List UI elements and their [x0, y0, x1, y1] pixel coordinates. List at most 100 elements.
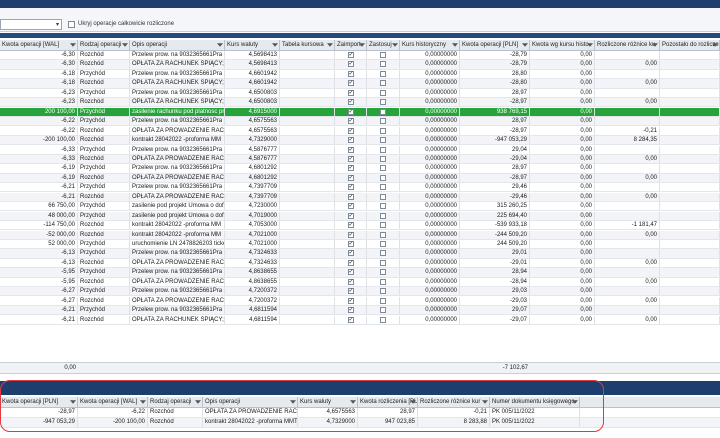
table-row[interactable]: -6,19 Przychód Przelew prow. na 9032365661…	[0, 164, 720, 174]
zaimport-checkbox[interactable]	[347, 174, 354, 182]
zaimport-checkbox[interactable]	[347, 306, 354, 314]
zaimport-checkbox[interactable]	[347, 231, 354, 239]
table-row[interactable]: -5,95 Rozchód OPŁATA ZA PROWADZENIE RACHI 4…	[0, 277, 720, 287]
column-header-rodzaj[interactable]: Rodzaj operacji	[78, 40, 130, 50]
table-row[interactable]: 52 000,00 Przychód uruchomienie LN 2478826…	[0, 240, 720, 250]
zaimport-checkbox[interactable]	[347, 60, 354, 69]
zaimport-checkbox[interactable]	[347, 287, 354, 295]
table-row[interactable]: -6,23 Przychód Przelew prow. na 9032365661…	[0, 88, 720, 98]
zaimport-checkbox[interactable]	[347, 183, 354, 191]
zastosuj-checkbox[interactable]	[380, 288, 386, 295]
zastosuj-checkbox[interactable]	[380, 146, 386, 153]
column-header-zastosuj[interactable]: Zastosuj	[367, 40, 400, 50]
zaimport-checkbox[interactable]	[347, 127, 354, 135]
table-row[interactable]: -6,18 Przychód Przelew prow. na 9032365661…	[0, 69, 720, 80]
settlement-detail-grid[interactable]: Kwota operacji [PLN] Kwota operacji [WAL]…	[0, 397, 720, 438]
table-row[interactable]: -6,21 Rozchód OPŁATA ZA PROWADZENIE RACHI 4…	[0, 192, 720, 202]
zastosuj-checkbox[interactable]	[380, 203, 386, 210]
detail-header-kurs[interactable]: Kurs waluty	[298, 397, 358, 407]
zastosuj-checkbox[interactable]	[380, 127, 386, 134]
zaimport-checkbox[interactable]	[347, 240, 354, 248]
zaimport-checkbox[interactable]	[347, 221, 354, 229]
zastosuj-checkbox[interactable]	[380, 61, 386, 68]
table-row[interactable]: -6,27 Rozchód OPŁATA ZA PROWADZENIE RACHI 4…	[0, 296, 720, 306]
detail-header-rodzaj[interactable]: Rodzaj operacji	[148, 397, 203, 407]
zastosuj-checkbox[interactable]	[380, 89, 386, 96]
zastosuj-checkbox[interactable]	[380, 250, 386, 257]
zaimport-checkbox[interactable]	[347, 278, 354, 286]
table-row[interactable]: -6,21 Przychód Przelew prow. na 9032365661…	[0, 306, 720, 316]
column-header-zaimport[interactable]: Zaimport	[335, 40, 367, 50]
zaimport-checkbox[interactable]	[347, 70, 354, 78]
zaimport-checkbox[interactable]	[347, 297, 354, 305]
table-row[interactable]: -6,21 Przychód Przelew prow. na 9032365661…	[0, 183, 720, 193]
zaimport-checkbox[interactable]	[347, 164, 354, 173]
column-header-pozostalo[interactable]: Pozostało do rozlicze	[660, 40, 720, 50]
zastosuj-checkbox[interactable]	[380, 137, 386, 144]
zastosuj-checkbox[interactable]	[380, 212, 386, 219]
filter-dropdown-icon[interactable]	[392, 43, 398, 47]
zaimport-checkbox[interactable]	[347, 117, 354, 125]
zastosuj-checkbox[interactable]	[380, 307, 386, 314]
table-row[interactable]: -200 100,00 Rozchód kontrakt 28042022 -pro…	[0, 136, 720, 146]
zastosuj-checkbox[interactable]	[380, 269, 386, 276]
filter-dropdown-icon[interactable]	[70, 400, 76, 404]
zaimport-checkbox[interactable]	[347, 136, 354, 144]
zastosuj-checkbox[interactable]	[380, 52, 386, 58]
detail-header-opis[interactable]: Opis operacji	[203, 397, 298, 407]
zastosuj-checkbox[interactable]	[380, 118, 386, 125]
zaimport-checkbox[interactable]	[347, 98, 354, 106]
table-row[interactable]: -6,33 Przychód Przelew prow. na 9032365661…	[0, 145, 720, 155]
column-header-kurs-hist[interactable]: Kurs historyczny	[400, 40, 460, 50]
operations-grid[interactable]: Kwota operacji [WAL] Rodzaj operacji Opis …	[0, 40, 720, 360]
zaimport-checkbox[interactable]	[347, 51, 354, 59]
chevron-down-icon[interactable]: ▾	[56, 21, 59, 28]
zastosuj-checkbox[interactable]	[380, 108, 386, 115]
column-header-roznice[interactable]: Rozliczone różnice ku	[595, 40, 660, 50]
filter-dropdown-icon[interactable]	[70, 43, 76, 47]
zastosuj-checkbox[interactable]	[380, 155, 386, 162]
hide-settled-checkbox[interactable]	[68, 21, 75, 28]
table-row[interactable]: -6,33 Rozchód OPŁATA ZA PROWADZENIE RACHI 4…	[0, 154, 720, 165]
detail-header-kwota-pln[interactable]: Kwota operacji [PLN]	[0, 397, 78, 407]
table-row[interactable]: -114 750,00 Rozchód kontrakt 28042022 -pro…	[0, 221, 720, 231]
column-header-wg-kursu[interactable]: Kwota wg kursu histo	[530, 40, 595, 50]
filter-dropdown-icon[interactable]	[452, 43, 458, 47]
zastosuj-checkbox[interactable]	[380, 231, 386, 238]
column-header-kurs[interactable]: Kurs waluty	[225, 40, 280, 50]
table-row[interactable]: -5,95 Przychód Przelew prow. na 9032365661…	[0, 268, 720, 278]
zastosuj-checkbox[interactable]	[380, 80, 386, 87]
table-row[interactable]: 66 750,00 Przychód zasilenie pod projekt U…	[0, 202, 720, 212]
zaimport-checkbox[interactable]	[347, 155, 354, 163]
zaimport-checkbox[interactable]	[347, 79, 354, 88]
zastosuj-checkbox[interactable]	[380, 222, 386, 229]
zaimport-checkbox[interactable]	[347, 89, 354, 97]
zastosuj-checkbox[interactable]	[380, 165, 386, 172]
zastosuj-checkbox[interactable]	[380, 316, 386, 323]
filter-dropdown-icon[interactable]	[482, 400, 488, 404]
column-header-opis[interactable]: Opis operacji	[130, 40, 225, 50]
zastosuj-checkbox[interactable]	[380, 297, 386, 304]
zastosuj-checkbox[interactable]	[380, 70, 386, 77]
table-row[interactable]: -6,22 Rozchód OPŁATA ZA PROWADZENIE RACHI 4…	[0, 126, 720, 136]
table-row[interactable]: -6,18 Rozchód OPŁATA ZA RACHUNEK ŚPIĄCY; 2…	[0, 79, 720, 89]
filter-dropdown-icon[interactable]	[290, 400, 296, 404]
detail-row[interactable]: -28,97 -6,22 Rozchód OPŁATA ZA PROWADZENIE …	[0, 408, 720, 418]
zaimport-checkbox[interactable]	[347, 259, 354, 267]
table-row[interactable]: -6,13 Przychód Przelew prow. na 9032365661…	[0, 249, 720, 259]
zaimport-checkbox[interactable]	[347, 193, 354, 201]
zastosuj-checkbox[interactable]	[380, 259, 386, 266]
detail-header-numer-dokumentu[interactable]: Numer dokumentu księgowego	[490, 397, 580, 407]
detail-header-roznice[interactable]: Rozliczone różnice kur	[418, 397, 490, 407]
table-row[interactable]: -6,21 Rozchód OPŁATA ZA RACHUNEK ŚPIĄCY; 2…	[0, 315, 720, 325]
table-row[interactable]: -6,22 Przychód Przelew prow. na 9032365661…	[0, 117, 720, 127]
table-row[interactable]: -52 000,00 Rozchód kontrakt 28042022 -prof…	[0, 230, 720, 240]
table-row[interactable]: -6,27 Przychód Przelew prow. na 9032365661…	[0, 287, 720, 297]
zaimport-checkbox[interactable]	[347, 146, 354, 154]
filter-dropdown-icon[interactable]	[350, 400, 356, 404]
filter-combo[interactable]: ▾	[0, 19, 62, 30]
detail-header-kwota-rozliczenia[interactable]: Kwota rozliczenia [PLN]	[358, 397, 418, 407]
zaimport-checkbox[interactable]	[347, 212, 354, 220]
column-header-kwota-pln[interactable]: Kwota operacji [PLN]	[460, 40, 530, 50]
zastosuj-checkbox[interactable]	[380, 193, 386, 200]
